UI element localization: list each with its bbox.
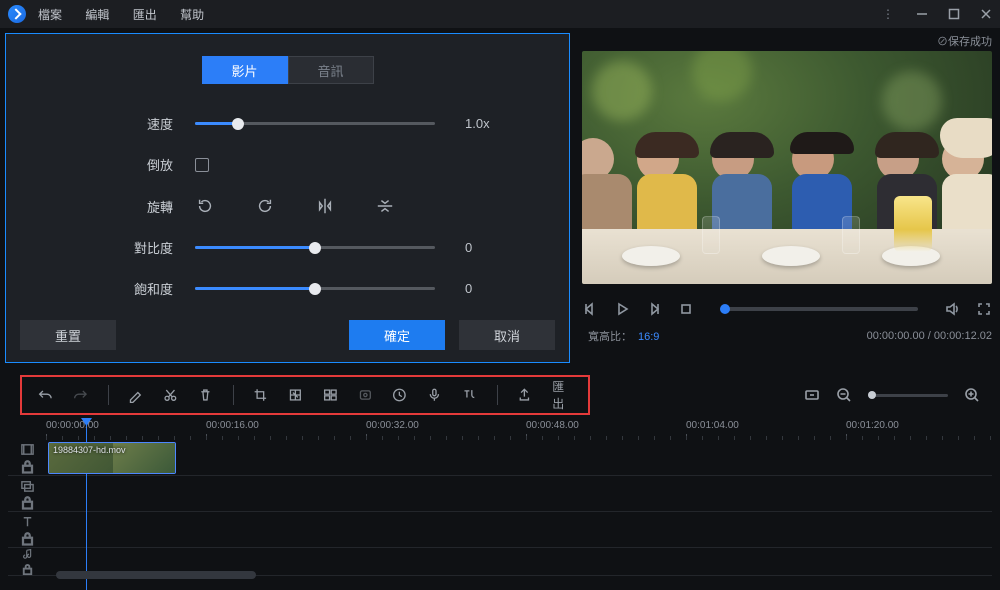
cut-icon[interactable] [163, 386, 178, 404]
video-track-icon [20, 442, 35, 457]
contrast-value: 0 [465, 240, 472, 255]
scrub-bar[interactable] [720, 307, 918, 311]
ruler-mark: 00:01:20.00 [846, 420, 899, 431]
text-track-icon [20, 514, 35, 529]
titlebar: 檔案 編輯 匯出 幫助 ⋮ [0, 0, 1000, 28]
reverse-checkbox[interactable] [195, 158, 209, 172]
audio-track-icon [20, 548, 35, 561]
export-label[interactable]: 匯出 [552, 378, 572, 412]
timeline: 00:00:00.00 00:00:16.00 00:00:32.00 00:00:4… [8, 420, 992, 579]
saturation-value: 0 [465, 281, 472, 296]
text-track [8, 512, 992, 548]
close-icon[interactable] [980, 8, 992, 20]
ruler-mark: 00:00:00.00 [46, 420, 99, 431]
flip-vertical-icon[interactable] [375, 196, 395, 216]
menu-export[interactable]: 匯出 [133, 8, 157, 22]
pen-icon[interactable] [128, 386, 143, 404]
prev-frame-icon[interactable] [582, 301, 598, 317]
minimize-icon[interactable] [916, 8, 928, 20]
ruler-mark: 00:00:32.00 [366, 420, 419, 431]
grid-icon[interactable] [323, 386, 338, 404]
clip-settings-panel: 影片 音訊 速度 1.0x 倒放 旋轉 [5, 33, 570, 363]
main-menu: 檔案 編輯 匯出 幫助 [38, 6, 224, 23]
play-icon[interactable] [614, 301, 630, 317]
ruler-mark: 00:00:48.00 [526, 420, 579, 431]
rotate-ccw-icon[interactable] [195, 196, 215, 216]
saturation-label: 飽和度 [121, 279, 173, 298]
video-track: 19884307-hd.mov [8, 440, 992, 476]
video-preview[interactable] [582, 51, 992, 284]
overlay-track [8, 476, 992, 512]
reverse-label: 倒放 [121, 155, 173, 174]
fullscreen-icon[interactable] [976, 301, 992, 317]
overlay-track-icon [20, 478, 35, 493]
lock-icon[interactable] [20, 495, 35, 510]
saturation-slider[interactable] [195, 281, 435, 297]
edit-toolbar: 匯出 [20, 375, 590, 415]
video-clip[interactable]: 19884307-hd.mov [48, 442, 176, 474]
flip-horizontal-icon[interactable] [315, 196, 335, 216]
save-status: ⊘保存成功 [582, 33, 992, 51]
lock-icon[interactable] [20, 563, 35, 576]
volume-icon[interactable] [944, 301, 960, 317]
zoom-out-icon[interactable] [836, 387, 852, 403]
menu-file[interactable]: 檔案 [38, 8, 62, 22]
lock-icon[interactable] [20, 459, 35, 474]
record-icon[interactable] [358, 386, 373, 404]
fit-icon[interactable] [804, 387, 820, 403]
contrast-label: 對比度 [121, 238, 173, 257]
contrast-slider[interactable] [195, 240, 435, 256]
time-ruler[interactable]: 00:00:00.00 00:00:16.00 00:00:32.00 00:00:4… [46, 420, 992, 440]
preview-panel: ⊘保存成功 [570, 28, 1000, 363]
tab-audio[interactable]: 音訊 [288, 56, 374, 84]
undo-icon[interactable] [38, 386, 53, 404]
redo-icon[interactable] [73, 386, 88, 404]
rotate-cw-icon[interactable] [255, 196, 275, 216]
mic-icon[interactable] [427, 386, 442, 404]
timeline-scrollbar[interactable] [56, 571, 256, 579]
clip-name: 19884307-hd.mov [53, 445, 126, 455]
timecode: 00:00:00.00 / 00:00:12.02 [867, 330, 992, 342]
menu-help[interactable]: 幫助 [180, 8, 204, 22]
zoom-toolbar [804, 375, 980, 415]
menu-edit[interactable]: 編輯 [85, 8, 109, 22]
ruler-mark: 00:01:04.00 [686, 420, 739, 431]
maximize-icon[interactable] [948, 8, 960, 20]
next-frame-icon[interactable] [646, 301, 662, 317]
delete-icon[interactable] [198, 386, 213, 404]
more-icon[interactable]: ⋮ [882, 7, 896, 21]
ruler-mark: 00:00:16.00 [206, 420, 259, 431]
reset-button[interactable]: 重置 [20, 320, 116, 350]
app-logo [8, 5, 26, 23]
share-icon[interactable] [517, 386, 532, 404]
speed-label: 速度 [121, 114, 173, 133]
lock-icon[interactable] [20, 531, 35, 546]
zoom-slider[interactable] [868, 394, 948, 397]
speed-slider[interactable] [195, 116, 435, 132]
text-speech-icon[interactable] [462, 386, 477, 404]
cancel-button[interactable]: 取消 [459, 320, 555, 350]
zoom-in-icon[interactable] [964, 387, 980, 403]
rotate-label: 旋轉 [121, 197, 173, 216]
window-controls: ⋮ [882, 7, 992, 21]
crop-icon[interactable] [253, 386, 268, 404]
speed-value: 1.0x [465, 116, 490, 131]
mosaic-icon[interactable] [288, 386, 303, 404]
duration-icon[interactable] [392, 386, 407, 404]
ok-button[interactable]: 確定 [349, 320, 445, 350]
aspect-ratio: 寬高比：16:9 [582, 328, 659, 344]
tab-video[interactable]: 影片 [202, 56, 288, 84]
stop-icon[interactable] [678, 301, 694, 317]
